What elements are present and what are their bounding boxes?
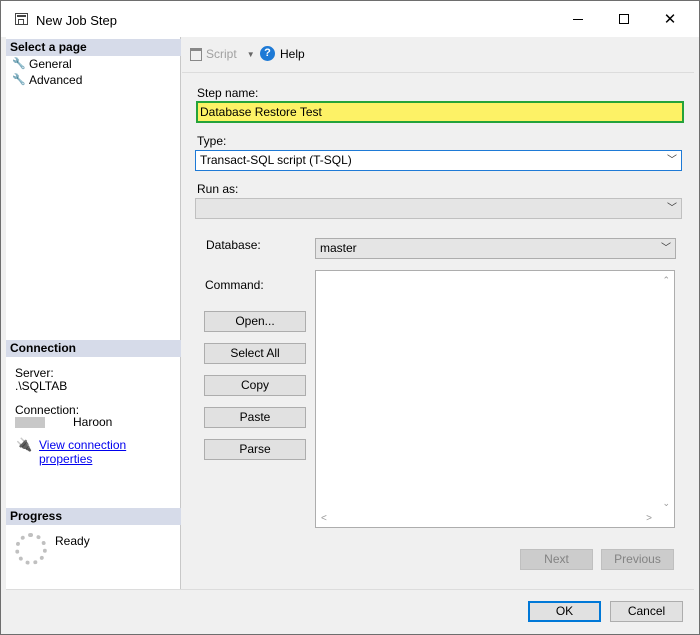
step-name-input[interactable]: Database Restore Test <box>196 101 684 123</box>
help-icon: ? <box>260 46 275 61</box>
command-textarea[interactable]: ⌃ ⌄ < > <box>315 270 675 528</box>
window-icon <box>15 13 28 25</box>
right-pane: Script ▼ ? Help Step name: Database Rest… <box>182 37 694 589</box>
chevron-down-icon[interactable]: ﹀ <box>667 151 677 170</box>
help-label: Help <box>280 46 305 61</box>
toolbar: Script ▼ ? Help <box>182 37 694 73</box>
connection-header: Connection <box>6 340 181 357</box>
page-item-advanced[interactable]: 🔧 Advanced <box>12 73 82 87</box>
run-as-select[interactable]: ﹀ <box>195 198 682 219</box>
parse-button[interactable]: Parse <box>204 439 306 460</box>
select-page-header: Select a page <box>6 39 181 56</box>
cancel-button[interactable]: Cancel <box>610 601 683 622</box>
title-bar[interactable]: New Job Step ✕ <box>1 1 699 37</box>
copy-button[interactable]: Copy <box>204 375 306 396</box>
open-button[interactable]: Open... <box>204 311 306 332</box>
script-label: Script <box>206 47 237 61</box>
scroll-right-icon[interactable]: > <box>646 513 652 524</box>
script-icon <box>190 47 202 61</box>
scroll-up-icon[interactable]: ⌃ <box>662 275 670 286</box>
plug-icon: 🔌 <box>16 437 33 452</box>
database-label: Database: <box>206 238 261 252</box>
progress-status: Ready <box>55 534 90 548</box>
command-label: Command: <box>205 278 264 292</box>
select-all-button[interactable]: Select All <box>204 343 306 364</box>
page-item-general[interactable]: 🔧 General <box>12 57 72 71</box>
connection-user-redacted <box>15 417 45 428</box>
run-as-label: Run as: <box>197 182 239 196</box>
step-name-label: Step name: <box>197 86 259 100</box>
type-value: Transact-SQL script (T-SQL) <box>200 153 352 167</box>
paste-button[interactable]: Paste <box>204 407 306 428</box>
chevron-down-icon[interactable]: ﹀ <box>661 239 671 258</box>
type-select[interactable]: Transact-SQL script (T-SQL) ﹀ <box>195 150 682 171</box>
wrench-icon: 🔧 <box>12 58 26 70</box>
connection-user: Haroon <box>73 415 113 429</box>
scroll-down-icon[interactable]: ⌄ <box>662 498 670 509</box>
left-pane: Select a page 🔧 General 🔧 Advanced Conne… <box>6 37 181 589</box>
chevron-down-icon[interactable]: ▼ <box>247 50 255 59</box>
database-select[interactable]: master ﹀ <box>315 238 676 259</box>
chevron-down-icon[interactable]: ﹀ <box>667 199 677 218</box>
window-title: New Job Step <box>36 13 117 28</box>
wrench-icon: 🔧 <box>12 74 26 86</box>
page-item-label: General <box>29 57 72 71</box>
scroll-left-icon[interactable]: < <box>321 513 327 524</box>
close-button[interactable]: ✕ <box>647 1 693 37</box>
type-label: Type: <box>197 134 227 148</box>
page-item-label: Advanced <box>29 73 83 87</box>
maximize-button[interactable] <box>601 1 647 37</box>
minimize-icon <box>573 18 583 20</box>
progress-spinner-icon <box>15 533 47 565</box>
progress-header: Progress <box>6 508 181 525</box>
new-job-step-window: New Job Step ✕ Select a page 🔧 General 🔧… <box>0 0 700 635</box>
close-icon: ✕ <box>663 11 677 28</box>
server-label: Server: <box>15 366 54 380</box>
minimize-button[interactable] <box>555 1 601 37</box>
server-value: .\SQLTAB <box>15 379 68 393</box>
ok-button[interactable]: OK <box>528 601 601 622</box>
next-button[interactable]: Next <box>520 549 593 570</box>
dialog-button-bar: OK Cancel <box>6 589 694 629</box>
maximize-icon <box>619 14 629 24</box>
connection-label: Connection: <box>15 403 80 417</box>
script-button[interactable]: Script ▼ <box>190 47 255 61</box>
database-value: master <box>320 241 357 255</box>
view-connection-properties-link[interactable]: View connection properties <box>39 438 180 466</box>
help-button[interactable]: ? Help <box>260 46 305 61</box>
previous-button[interactable]: Previous <box>601 549 674 570</box>
